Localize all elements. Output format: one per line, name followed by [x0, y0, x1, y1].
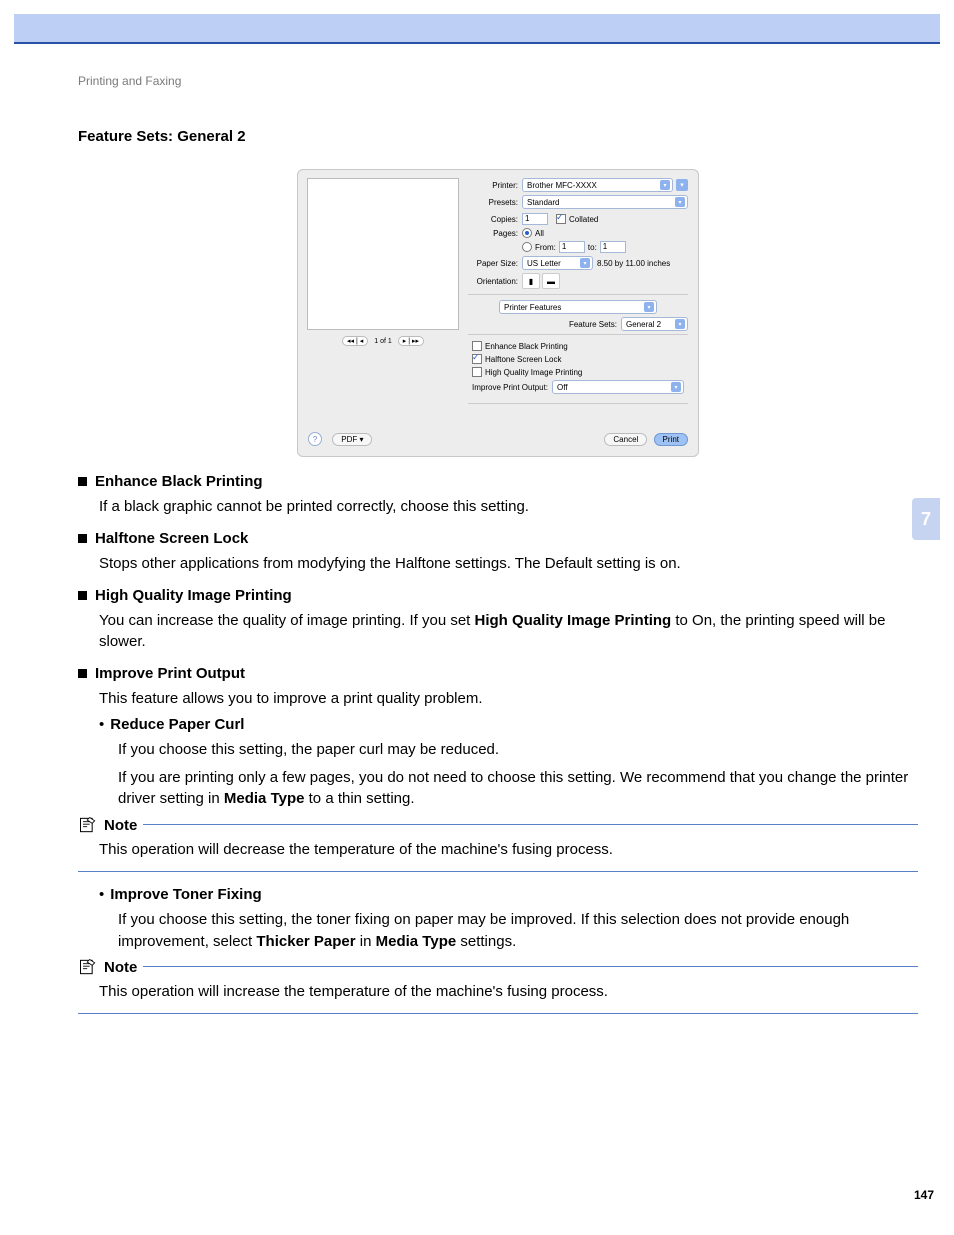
pager-status: 1 of 1 — [374, 338, 392, 345]
copies-label: Copies: — [468, 215, 522, 224]
dropdown-caret-icon: ▾ — [660, 180, 670, 190]
note-label: Note — [104, 817, 137, 834]
pager-prev-button[interactable]: ◂◂ | ◂ — [342, 336, 368, 346]
pager-next-button[interactable]: ▸ | ▸▸ — [398, 336, 424, 346]
help-icon[interactable]: ? — [308, 432, 322, 446]
note-block-1: Note This operation will decrease the te… — [78, 824, 918, 872]
note-label: Note — [104, 959, 137, 976]
note-2-text: This operation will increase the tempera… — [99, 981, 918, 1003]
print-preview — [307, 178, 459, 330]
note-block-2: Note This operation will increase the te… — [78, 966, 918, 1014]
bullet-enhance-black: Enhance Black Printing — [78, 473, 918, 490]
printer-label: Printer: — [468, 181, 522, 190]
pages-all-label: All — [535, 229, 544, 238]
bullet-hq-image: High Quality Image Printing — [78, 587, 918, 604]
collated-checkbox[interactable] — [556, 214, 566, 224]
dropdown-caret-icon: ▾ — [644, 302, 654, 312]
hq-image-label: High Quality Image Printing — [485, 368, 582, 377]
copies-input[interactable]: 1 — [522, 213, 548, 225]
square-bullet-icon — [78, 591, 87, 600]
collated-label: Collated — [569, 215, 598, 224]
print-dialog: ◂◂ | ◂ 1 of 1 ▸ | ▸▸ Printer: Brother MF… — [297, 169, 699, 457]
improve-output-desc: This feature allows you to improve a pri… — [99, 688, 918, 710]
enhance-black-label: Enhance Black Printing — [485, 342, 568, 351]
pages-from-radio[interactable] — [522, 242, 532, 252]
panel-section-dropdown[interactable]: Printer Features ▾ — [499, 300, 657, 314]
section-title: Feature Sets: General 2 — [78, 128, 918, 145]
reduce-curl-desc1: If you choose this setting, the paper cu… — [118, 739, 918, 761]
hq-image-checkbox[interactable] — [472, 367, 482, 377]
dropdown-caret-icon: ▾ — [675, 197, 685, 207]
dropdown-caret-icon: ▾ — [671, 382, 681, 392]
print-button[interactable]: Print — [654, 433, 688, 446]
pages-label: Pages: — [468, 229, 522, 238]
orientation-portrait-button[interactable]: ▮ — [522, 273, 540, 289]
dot-bullet-icon: • — [99, 886, 104, 903]
reduce-curl-desc2: If you are printing only a few pages, yo… — [118, 767, 918, 811]
orientation-label: Orientation: — [468, 277, 522, 286]
papersize-label: Paper Size: — [468, 259, 522, 268]
improve-toner-desc: If you choose this setting, the toner fi… — [118, 909, 918, 953]
featuresets-dropdown[interactable]: General 2 ▾ — [621, 317, 688, 331]
bullet-improve-output: Improve Print Output — [78, 665, 918, 682]
pages-to-input[interactable]: 1 — [600, 241, 626, 253]
halftone-lock-label: Halftone Screen Lock — [485, 355, 562, 364]
enhance-black-checkbox[interactable] — [472, 341, 482, 351]
dot-bullet-icon: • — [99, 716, 104, 733]
cancel-button[interactable]: Cancel — [604, 433, 647, 446]
chapter-number: 7 — [921, 509, 931, 530]
pages-all-radio[interactable] — [522, 228, 532, 238]
note-1-text: This operation will decrease the tempera… — [99, 839, 918, 861]
pages-to-label: to: — [588, 243, 597, 252]
sub-improve-toner: •Improve Toner Fixing — [99, 886, 918, 903]
orientation-landscape-button[interactable]: ▬ — [542, 273, 560, 289]
printer-info-button[interactable]: ▾ — [676, 179, 688, 191]
header-accent-bar — [14, 14, 940, 44]
paper-dims: 8.50 by 11.00 inches — [597, 259, 670, 268]
chapter-tab: 7 — [912, 498, 940, 540]
note-icon — [78, 815, 98, 835]
square-bullet-icon — [78, 477, 87, 486]
bullet-halftone: Halftone Screen Lock — [78, 530, 918, 547]
dropdown-caret-icon: ▾ — [580, 258, 590, 268]
featuresets-label: Feature Sets: — [569, 320, 617, 329]
improve-output-dropdown[interactable]: Off ▾ — [552, 380, 684, 394]
pages-from-input[interactable]: 1 — [559, 241, 585, 253]
pager: ◂◂ | ◂ 1 of 1 ▸ | ▸▸ — [342, 336, 424, 346]
sub-reduce-curl: •Reduce Paper Curl — [99, 716, 918, 733]
square-bullet-icon — [78, 534, 87, 543]
square-bullet-icon — [78, 669, 87, 678]
papersize-dropdown[interactable]: US Letter ▾ — [522, 256, 593, 270]
enhance-black-desc: If a black graphic cannot be printed cor… — [99, 496, 918, 518]
presets-dropdown[interactable]: Standard ▾ — [522, 195, 688, 209]
note-icon — [78, 957, 98, 977]
pages-from-label: From: — [535, 243, 556, 252]
improve-output-label: Improve Print Output: — [472, 383, 548, 392]
presets-label: Presets: — [468, 198, 522, 207]
dropdown-caret-icon: ▾ — [675, 319, 685, 329]
halftone-desc: Stops other applications from modyfying … — [99, 553, 918, 575]
pdf-menu-button[interactable]: PDF ▾ — [332, 433, 372, 446]
page-number: 147 — [0, 1188, 954, 1202]
hq-image-desc: You can increase the quality of image pr… — [99, 610, 918, 654]
breadcrumb: Printing and Faxing — [78, 74, 918, 88]
printer-dropdown[interactable]: Brother MFC-XXXX ▾ — [522, 178, 673, 192]
halftone-lock-checkbox[interactable] — [472, 354, 482, 364]
